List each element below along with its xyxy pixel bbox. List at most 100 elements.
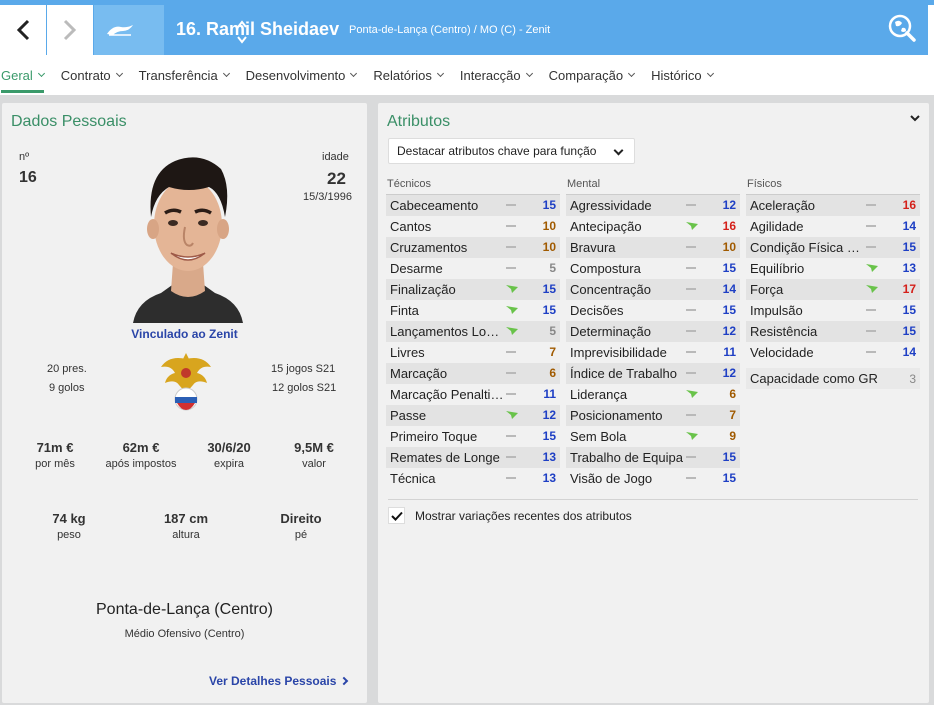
- attribute-row[interactable]: Concentração 14: [566, 279, 740, 300]
- globe-search-icon[interactable]: [887, 14, 917, 42]
- attribute-value: 6: [549, 366, 556, 380]
- age-value: 22: [327, 169, 346, 188]
- attribute-row[interactable]: Determinação 12: [566, 321, 740, 342]
- attribute-name: Visão de Jogo: [570, 471, 653, 486]
- trend-flat-icon: [506, 477, 516, 479]
- tab-label: Contrato: [60, 67, 111, 83]
- attribute-row[interactable]: Liderança 6: [566, 384, 740, 405]
- wage-label: por mês: [35, 458, 75, 470]
- attribute-value: 15: [902, 324, 916, 338]
- chevron-down-icon[interactable]: [909, 113, 921, 123]
- tab-geral[interactable]: Geral: [1, 55, 45, 95]
- column-header: Mental: [566, 178, 740, 195]
- checkbox-box[interactable]: [388, 507, 405, 524]
- highlight-role-dropdown[interactable]: Destacar atributos chave para função: [388, 138, 635, 164]
- attribute-row[interactable]: Compostura 15: [566, 258, 740, 279]
- attribute-row[interactable]: Finalização 15: [386, 279, 560, 300]
- attribute-row[interactable]: Condição Física N... 15: [746, 237, 920, 258]
- attribute-row[interactable]: Sem Bola 9: [566, 426, 740, 447]
- attribute-row[interactable]: Passe 12: [386, 405, 560, 426]
- tab-historico[interactable]: Histórico: [651, 55, 714, 95]
- attribute-value: 15: [542, 303, 556, 317]
- chevron-down-icon: [628, 69, 636, 78]
- goalkeeper-rating-row: Capacidade como GR 3: [746, 368, 920, 389]
- contract-expiry-value: 30/6/20: [207, 440, 251, 455]
- trend-flat-icon: [686, 330, 696, 332]
- view-personal-details-link[interactable]: Ver Detalhes Pessoais: [209, 674, 349, 688]
- attribute-row[interactable]: Remates de Longe 13: [386, 447, 560, 468]
- attribute-row[interactable]: Finta 15: [386, 300, 560, 321]
- attribute-row[interactable]: Antecipação 16: [566, 216, 740, 237]
- tab-interaccao[interactable]: Interacção: [460, 55, 533, 95]
- chevron-down-icon: [613, 145, 624, 156]
- club-selector[interactable]: [94, 5, 247, 55]
- attribute-name: Primeiro Toque: [390, 429, 478, 444]
- attribute-row[interactable]: Desarme 5: [386, 258, 560, 279]
- attribute-value: 15: [722, 261, 736, 275]
- attribute-row[interactable]: Índice de Trabalho 12: [566, 363, 740, 384]
- foot-label: pé: [294, 529, 308, 541]
- foot-value: Direito: [280, 511, 322, 526]
- market-value-label: valor: [302, 458, 326, 470]
- checkmark-icon: [390, 511, 403, 521]
- attribute-row[interactable]: Visão de Jogo 15: [566, 468, 740, 489]
- trend-up-icon: [866, 264, 878, 272]
- forward-button[interactable]: [47, 5, 93, 55]
- mental-column: Mental Agressividade 12 Antecipação 16 Bravur…: [566, 178, 740, 489]
- attribute-value: 13: [902, 261, 916, 275]
- trend-up-icon: [506, 285, 518, 293]
- attribute-row[interactable]: Aceleração 16: [746, 195, 920, 216]
- tab-contrato[interactable]: Contrato: [60, 55, 123, 95]
- tab-comparacao[interactable]: Comparação: [549, 55, 636, 95]
- attribute-row[interactable]: Marcação Penalties 11: [386, 384, 560, 405]
- attribute-name: Agilidade: [750, 219, 804, 234]
- attribute-row[interactable]: Imprevisibilidade 11: [566, 342, 740, 363]
- back-button[interactable]: [0, 5, 46, 55]
- attribute-row[interactable]: Técnica 13: [386, 468, 560, 489]
- tab-desenvolvimento[interactable]: Desenvolvimento: [246, 55, 358, 95]
- wage-value: 71m €: [36, 440, 74, 455]
- attribute-name: Condição Física N...: [750, 240, 864, 255]
- attribute-row[interactable]: Decisões 15: [566, 300, 740, 321]
- tab-relatorios[interactable]: Relatórios: [373, 55, 444, 95]
- tab-bar: Geral Contrato Transferência Desenvolvim…: [0, 55, 934, 95]
- attribute-row[interactable]: Marcação 6: [386, 363, 560, 384]
- trend-flat-icon: [866, 330, 876, 332]
- attribute-row[interactable]: Resistência 15: [746, 321, 920, 342]
- attribute-row[interactable]: Equilíbrio 13: [746, 258, 920, 279]
- attribute-row[interactable]: Posicionamento 7: [566, 405, 740, 426]
- net-wage-value: 62m €: [122, 440, 160, 455]
- attribute-value: 14: [902, 219, 916, 233]
- attribute-row[interactable]: Agressividade 12: [566, 195, 740, 216]
- attribute-row[interactable]: Trabalho de Equipa 15: [566, 447, 740, 468]
- attribute-row[interactable]: Primeiro Toque 15: [386, 426, 560, 447]
- trend-flat-icon: [866, 225, 876, 227]
- weight-value: 74 kg: [52, 511, 86, 526]
- attribute-row[interactable]: Velocidade 14: [746, 342, 920, 363]
- chevron-down-icon: [222, 69, 230, 78]
- attribute-row[interactable]: Lançamentos Lon... 5: [386, 321, 560, 342]
- attribute-row[interactable]: Impulsão 15: [746, 300, 920, 321]
- attribute-row[interactable]: Cantos 10: [386, 216, 560, 237]
- trend-flat-icon: [506, 372, 516, 374]
- attribute-name: Bravura: [570, 240, 616, 255]
- attribute-row[interactable]: Livres 7: [386, 342, 560, 363]
- tab-label: Relatórios: [373, 67, 432, 83]
- attribute-row[interactable]: Bravura 10: [566, 237, 740, 258]
- trend-flat-icon: [686, 309, 696, 311]
- attribute-row[interactable]: Agilidade 14: [746, 216, 920, 237]
- attribute-row[interactable]: Força 17: [746, 279, 920, 300]
- attribute-value: 13: [542, 450, 556, 464]
- attribute-value: 15: [902, 240, 916, 254]
- attribute-row[interactable]: Cabeceamento 15: [386, 195, 560, 216]
- tab-transferencia[interactable]: Transferência: [139, 55, 230, 95]
- linked-to-club-link[interactable]: Vinculado ao Zenit: [2, 327, 367, 341]
- attribute-row[interactable]: Cruzamentos 10: [386, 237, 560, 258]
- trend-up-icon: [686, 432, 698, 440]
- gk-label: Capacidade como GR: [750, 371, 878, 386]
- trend-flat-icon: [686, 477, 696, 479]
- attribute-name: Velocidade: [750, 345, 814, 360]
- show-attribute-changes-checkbox[interactable]: Mostrar variações recentes dos atributos: [388, 507, 632, 524]
- attribute-name: Aceleração: [750, 198, 816, 213]
- net-wage-label: após impostos: [105, 458, 177, 470]
